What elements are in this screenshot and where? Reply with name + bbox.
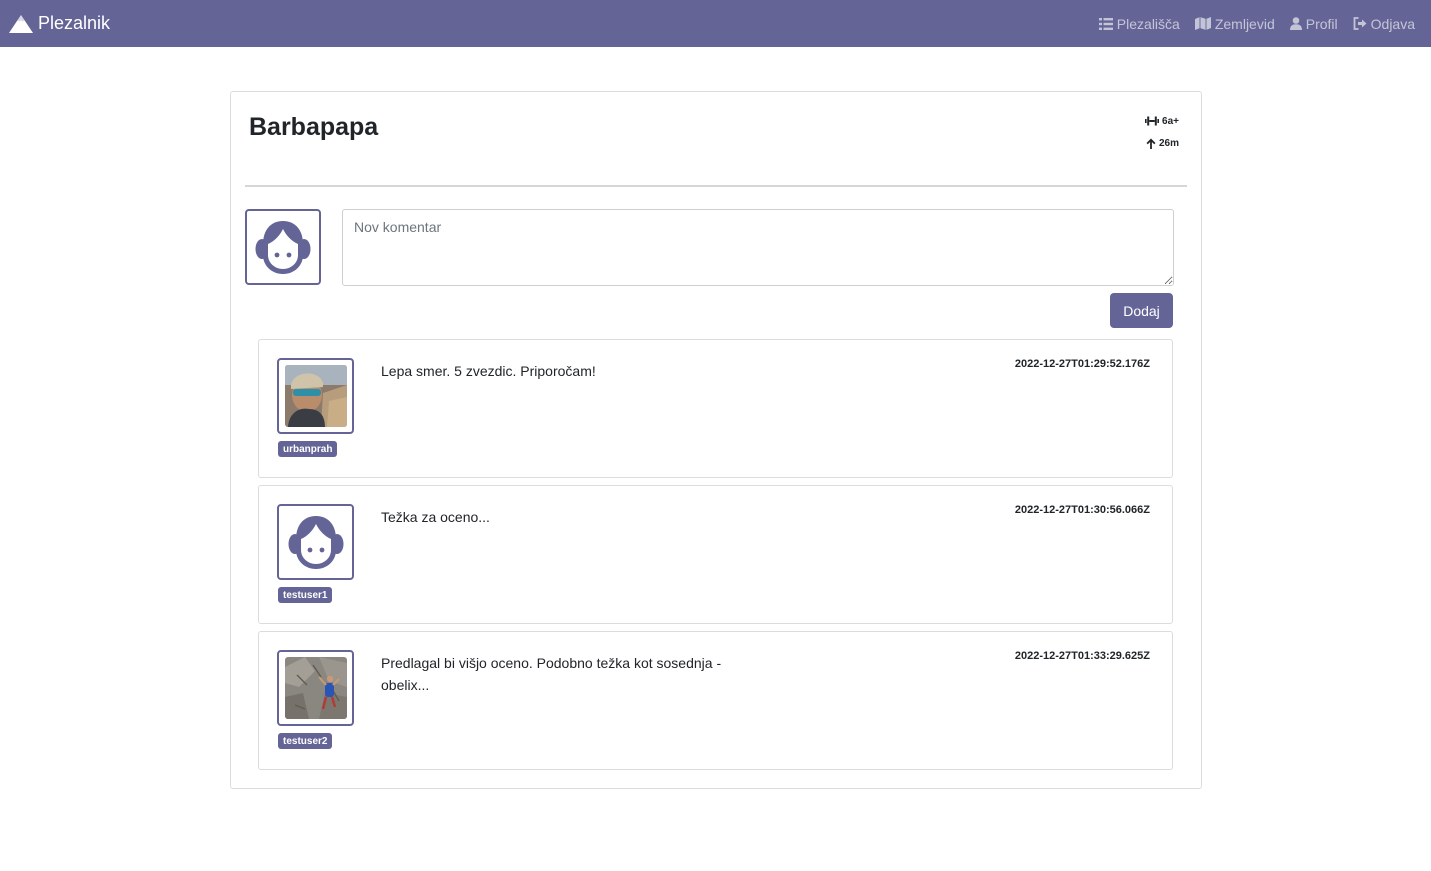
comment-text: Predlagal bi višjo oceno. Podobno težka … <box>381 655 722 693</box>
route-height: 26m <box>1158 137 1179 149</box>
route-card: Barbapapa 6a+ 26m Nov komentar Dodaj urb… <box>230 91 1202 789</box>
dumbbell-icon <box>1145 116 1160 126</box>
current-user-avatar <box>245 209 321 285</box>
comment-username[interactable]: testuser2 <box>278 733 333 749</box>
comment-avatar <box>277 504 354 580</box>
default-avatar-icon <box>255 221 311 274</box>
default-avatar-icon <box>288 516 343 569</box>
nav-link-plezalisca[interactable]: Plezališča <box>1098 15 1180 32</box>
comment-text: Težka za oceno... <box>381 509 490 525</box>
top-navbar: Plezalnik Plezališča Zemljevid Profil Od… <box>0 0 1431 47</box>
comment-timestamp: 2022-12-27T01:30:56.066Z <box>1014 504 1150 516</box>
comment-username[interactable]: testuser1 <box>278 587 333 603</box>
comment-avatar <box>277 358 354 434</box>
user-photo <box>284 365 347 427</box>
nav-link-odjava[interactable]: Odjava <box>1353 16 1415 32</box>
nav-links: Plezališča Zemljevid Profil Odjava <box>1084 16 1415 32</box>
comment-avatar <box>277 650 354 726</box>
sign-out-icon <box>1353 17 1367 30</box>
nav-link-profil[interactable]: Profil <box>1289 15 1338 32</box>
brand-name: Plezalnik <box>38 13 111 33</box>
nav-link-label: Profil <box>1305 15 1338 32</box>
new-comment-input[interactable] <box>342 209 1174 286</box>
nav-link-zemljevid[interactable]: Zemljevid <box>1194 15 1275 32</box>
height-badge: 26m <box>1146 132 1179 154</box>
comment-text: Lepa smer. 5 zvezdic. Priporočam! <box>381 363 596 379</box>
add-comment-button[interactable]: Dodaj <box>1110 293 1173 328</box>
brand-link[interactable]: Plezalnik <box>9 13 110 34</box>
map-icon <box>1194 17 1211 30</box>
comment-item: urbanprah Lepa smer. 5 zvezdic. Priporoč… <box>258 339 1173 478</box>
nav-link-label: Plezališča <box>1116 15 1180 32</box>
list-icon <box>1098 17 1113 30</box>
arrow-up-icon <box>1146 138 1156 149</box>
comment-timestamp: 2022-12-27T01:33:29.625Z <box>1014 650 1150 662</box>
comment-item: testuser2 Predlagal bi višjo oceno. Podo… <box>258 631 1173 770</box>
user-photo <box>284 657 347 719</box>
grade-badge: 6a+ <box>1145 110 1179 132</box>
comment-username[interactable]: urbanprah <box>278 441 338 457</box>
comment-item: testuser1 Težka za oceno... 2022-12-27T0… <box>258 485 1173 624</box>
mountain-icon <box>9 14 33 33</box>
divider <box>245 185 1187 187</box>
nav-link-label: Odjava <box>1370 15 1415 32</box>
nav-link-label: Zemljevid <box>1214 15 1275 32</box>
route-title: Barbapapa <box>249 113 379 141</box>
comment-timestamp: 2022-12-27T01:29:52.176Z <box>1014 358 1150 370</box>
route-stats: 6a+ 26m <box>1145 110 1179 154</box>
user-icon <box>1289 17 1302 30</box>
route-grade: 6a+ <box>1162 115 1179 127</box>
